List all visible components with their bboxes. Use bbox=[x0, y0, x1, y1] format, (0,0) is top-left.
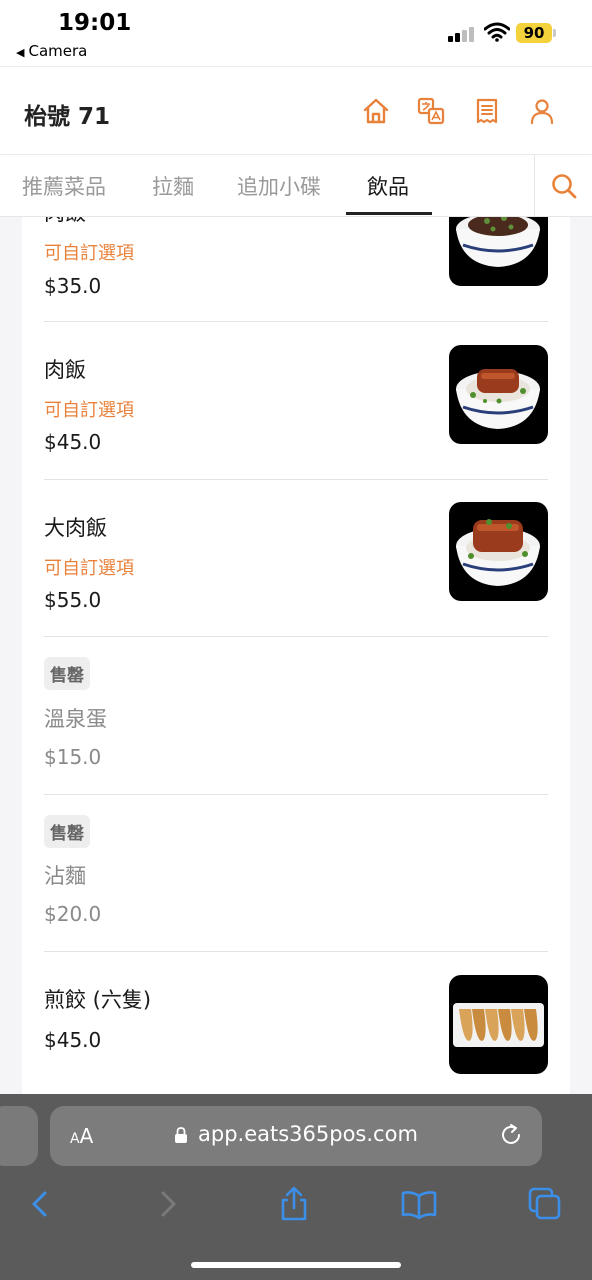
user-icon[interactable] bbox=[528, 97, 556, 125]
item-name: 溫泉蛋 bbox=[44, 707, 107, 731]
gyoza-photo[interactable] bbox=[449, 975, 548, 1074]
tab-ramen[interactable]: 拉麵 bbox=[152, 171, 194, 201]
large-pork-rice-photo[interactable] bbox=[449, 502, 548, 601]
item-price: $15.0 bbox=[44, 745, 102, 769]
home-indicator bbox=[191, 1262, 401, 1268]
home-icon[interactable] bbox=[362, 97, 390, 125]
text-size-button[interactable]: AA bbox=[70, 1124, 93, 1148]
lock-icon bbox=[175, 1127, 187, 1143]
cellular-signal-icon bbox=[448, 26, 478, 42]
tab-drinks[interactable]: 飲品 bbox=[367, 171, 409, 201]
table-number-title: 枱號 71 bbox=[24, 104, 111, 130]
item-price: $20.0 bbox=[44, 902, 102, 926]
tab-divider bbox=[534, 155, 535, 217]
back-to-camera-link[interactable]: ◀ Camera bbox=[16, 42, 87, 60]
item-name: 肉飯 bbox=[44, 217, 86, 227]
item-price: $45.0 bbox=[44, 1028, 102, 1052]
list-item[interactable]: 煎餃 (六隻) $45.0 bbox=[44, 952, 548, 1094]
tabs-icon[interactable] bbox=[527, 1186, 563, 1222]
text-size-label: AA bbox=[70, 1124, 94, 1148]
category-tabs: 推薦菜品 拉麵 追加小碟 飲品 bbox=[0, 155, 592, 217]
tab-side-dishes[interactable]: 追加小碟 bbox=[237, 171, 321, 201]
item-name: 煎餃 (六隻) bbox=[44, 988, 152, 1012]
menu-list: 肉飯 可自訂選項 $35.0 肉飯 可自訂選項 $45.0 bbox=[22, 217, 570, 1094]
back-triangle-icon: ◀ bbox=[16, 46, 25, 59]
receipt-icon[interactable] bbox=[473, 97, 501, 125]
sold-out-badge: 售罄 bbox=[44, 815, 90, 848]
app-header: 枱號 71 bbox=[0, 66, 592, 154]
tab-recommended[interactable]: 推薦菜品 bbox=[22, 171, 106, 201]
back-label: Camera bbox=[28, 42, 88, 60]
share-icon[interactable] bbox=[276, 1186, 312, 1222]
status-bar: 19:01 ◀ Camera 90 bbox=[0, 0, 592, 66]
customizable-label: 可自訂選項 bbox=[44, 400, 134, 421]
customizable-label: 可自訂選項 bbox=[44, 558, 134, 579]
reload-icon[interactable] bbox=[498, 1122, 524, 1148]
rice-bowl-photo[interactable] bbox=[449, 217, 548, 286]
list-item[interactable]: 售罄 沾麵 $20.0 bbox=[44, 795, 548, 952]
previous-tab-peek[interactable] bbox=[0, 1106, 38, 1166]
list-item[interactable]: 售罄 溫泉蛋 $15.0 bbox=[44, 637, 548, 795]
browser-toolbar: AA app.eats365pos.com bbox=[0, 1094, 592, 1280]
customizable-label: 可自訂選項 bbox=[44, 243, 134, 264]
list-item[interactable]: 肉飯 可自訂選項 $45.0 bbox=[44, 322, 548, 480]
item-price: $35.0 bbox=[44, 274, 102, 298]
list-item[interactable]: 大肉飯 可自訂選項 $55.0 bbox=[44, 480, 548, 637]
active-tab-indicator bbox=[346, 212, 432, 215]
pork-rice-photo[interactable] bbox=[449, 345, 548, 444]
item-name: 肉飯 bbox=[44, 358, 86, 382]
battery-indicator: 90 bbox=[516, 23, 552, 43]
address-bar[interactable]: AA app.eats365pos.com bbox=[50, 1106, 542, 1166]
back-icon[interactable] bbox=[22, 1186, 58, 1222]
item-name: 沾麵 bbox=[44, 864, 86, 888]
bookmarks-icon[interactable] bbox=[401, 1186, 437, 1222]
status-time: 19:01 bbox=[58, 10, 132, 36]
battery-tip bbox=[553, 29, 556, 37]
translate-icon[interactable] bbox=[417, 97, 445, 125]
item-price: $55.0 bbox=[44, 588, 102, 612]
wifi-icon bbox=[484, 22, 510, 42]
sold-out-badge: 售罄 bbox=[44, 657, 90, 690]
item-name: 大肉飯 bbox=[44, 516, 107, 540]
search-icon[interactable] bbox=[550, 172, 578, 200]
url-text: app.eats365pos.com bbox=[198, 1122, 418, 1146]
forward-icon[interactable] bbox=[150, 1186, 186, 1222]
item-price: $45.0 bbox=[44, 430, 102, 454]
list-item[interactable]: 肉飯 可自訂選項 $35.0 bbox=[44, 217, 548, 322]
